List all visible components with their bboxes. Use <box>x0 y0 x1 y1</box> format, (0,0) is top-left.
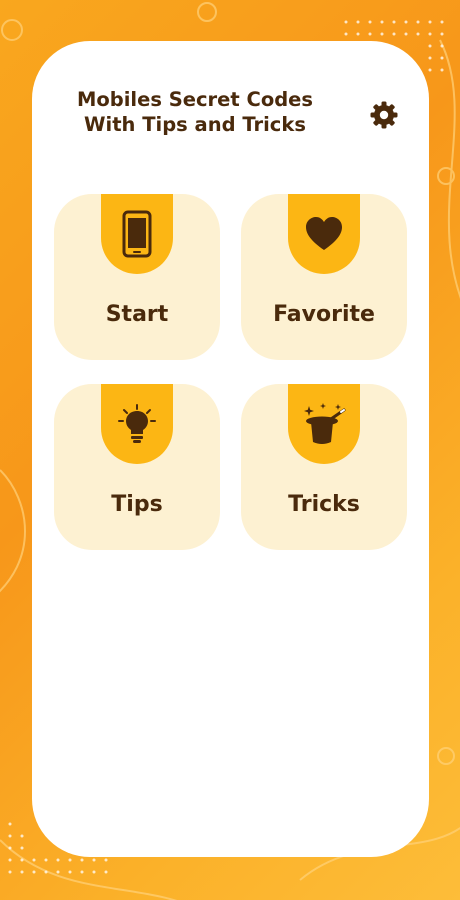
app-title: Mobiles Secret Codes With Tips and Trick… <box>76 88 314 136</box>
heart-icon <box>306 217 342 250</box>
tricks-label: Tricks <box>288 492 360 517</box>
lightbulb-icon <box>118 404 156 443</box>
tricks-icon-tab <box>288 384 360 464</box>
favorite-label: Favorite <box>273 302 375 327</box>
tips-button[interactable]: Tips <box>54 384 220 550</box>
start-icon-tab <box>101 194 173 274</box>
tricks-button[interactable]: Tricks <box>241 384 407 550</box>
main-card: Mobiles Secret Codes With Tips and Trick… <box>32 41 429 857</box>
smartphone-icon <box>122 210 152 258</box>
favorite-icon-tab <box>288 194 360 274</box>
settings-button[interactable] <box>366 97 402 133</box>
magic-hat-icon <box>304 403 346 444</box>
start-label: Start <box>105 302 169 327</box>
favorite-button[interactable]: Favorite <box>241 194 407 360</box>
tips-label: Tips <box>111 492 163 517</box>
start-button[interactable]: Start <box>54 194 220 360</box>
tips-icon-tab <box>101 384 173 464</box>
gear-icon <box>370 101 398 129</box>
